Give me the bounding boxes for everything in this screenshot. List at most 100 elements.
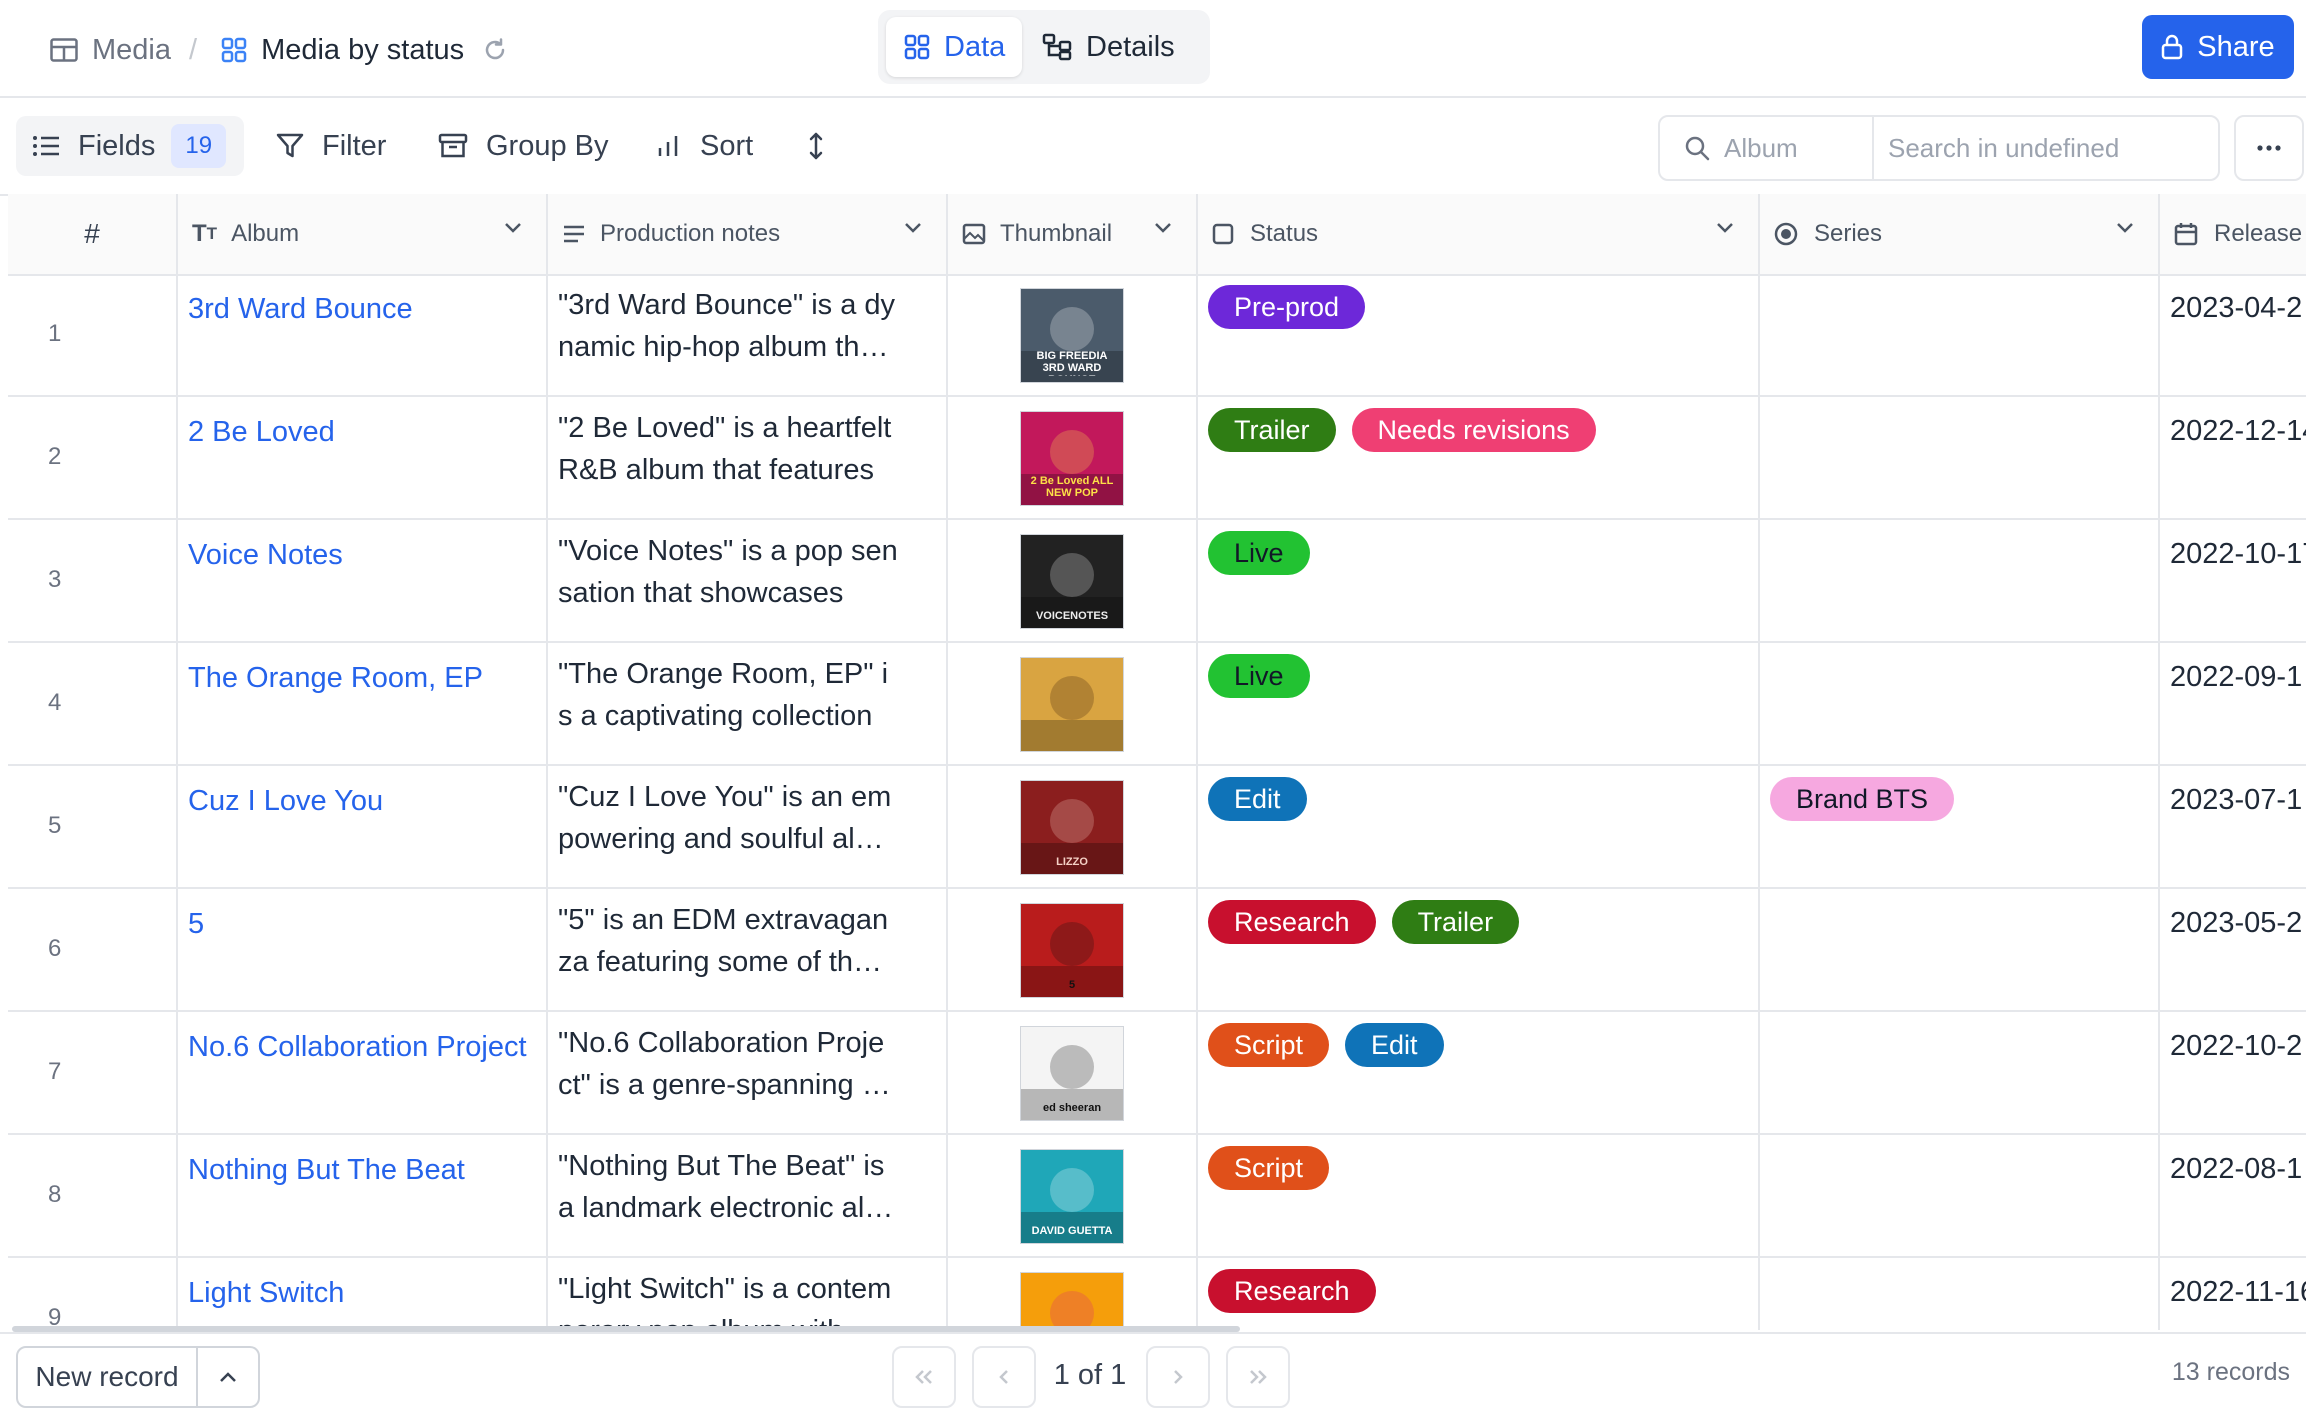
chevron-down-icon[interactable] bbox=[904, 222, 922, 234]
thumbnail-cell[interactable]: BIG FREEDIA 3RD WARD BOUNCE bbox=[948, 274, 1198, 395]
thumbnail-cell[interactable] bbox=[948, 643, 1198, 764]
status-tag[interactable]: Trailer bbox=[1391, 900, 1520, 944]
album-thumbnail[interactable]: DAVID GUETTA bbox=[1020, 1149, 1124, 1244]
thumbnail-cell[interactable]: ed sheeran bbox=[948, 1012, 1198, 1133]
thumbnail-cell[interactable]: LIZZO bbox=[948, 766, 1198, 887]
row-height-button[interactable] bbox=[808, 116, 824, 176]
production-notes-cell[interactable]: "2 Be Loved" is a heartfelt R&B album th… bbox=[548, 397, 948, 518]
table-row[interactable]: 9Light Switch "Light Switch" is a contemp… bbox=[8, 1258, 2306, 1330]
album-link[interactable]: Cuz I Love You bbox=[188, 780, 528, 822]
album-thumbnail[interactable] bbox=[1020, 657, 1124, 752]
tab-data[interactable]: Data bbox=[886, 17, 1022, 77]
status-cell[interactable]: Live bbox=[1198, 643, 1760, 764]
release-cell[interactable]: 2023-07-1 bbox=[2160, 766, 2306, 887]
production-notes-cell[interactable]: "Nothing But The Beat" is a landmark ele… bbox=[548, 1135, 948, 1256]
status-tag[interactable]: Trailer bbox=[1208, 408, 1336, 452]
table-row[interactable]: 6 5 "5" is an EDM extravaganza featuring s… bbox=[8, 889, 2306, 1012]
status-tag[interactable]: Pre-prod bbox=[1208, 285, 1366, 329]
thumbnail-cell[interactable]: 2 Be Loved ALL NEW POP bbox=[948, 397, 1198, 518]
table-row[interactable]: 1 3rd Ward Bounce "3rd Ward Bounce" is a d… bbox=[8, 274, 2306, 397]
status-cell[interactable]: Live bbox=[1198, 520, 1760, 641]
previous-page-button[interactable] bbox=[972, 1346, 1036, 1408]
album-thumbnail[interactable]: BIG FREEDIA 3RD WARD BOUNCE bbox=[1020, 288, 1124, 383]
series-cell[interactable]: Brand BTS bbox=[1760, 766, 2160, 887]
next-page-button[interactable] bbox=[1146, 1346, 1210, 1408]
status-cell[interactable]: Trailer Needs revisions bbox=[1198, 397, 1760, 518]
series-cell[interactable] bbox=[1760, 1135, 2160, 1256]
album-thumbnail[interactable]: 5 bbox=[1020, 903, 1124, 998]
status-tag[interactable]: Research bbox=[1208, 900, 1376, 944]
table-row[interactable]: 8 Nothing But The Beat "Nothing But The Be… bbox=[8, 1135, 2306, 1258]
status-tag[interactable]: Live bbox=[1208, 654, 1310, 698]
release-cell[interactable]: 2022-08-1 bbox=[2160, 1135, 2306, 1256]
fields-button[interactable]: Fields 19 bbox=[16, 116, 244, 176]
table-row[interactable]: 4 The Orange Room, EP "The Orange Room, EP… bbox=[8, 643, 2306, 766]
album-thumbnail[interactable]: ed sheeran bbox=[1020, 1026, 1124, 1121]
share-button[interactable]: Share bbox=[2142, 15, 2294, 79]
album-thumbnail[interactable]: 2 Be Loved ALL NEW POP bbox=[1020, 411, 1124, 506]
status-cell[interactable]: Research bbox=[1198, 1258, 1760, 1330]
column-header-release[interactable]: Release bbox=[2160, 194, 2306, 274]
chevron-down-icon[interactable] bbox=[1154, 222, 1172, 234]
album-thumbnail[interactable]: VOICENOTES bbox=[1020, 534, 1124, 629]
production-notes-cell[interactable]: "No.6 Collaboration Project" is a genre-… bbox=[548, 1012, 948, 1133]
production-notes-cell[interactable]: "The Orange Room, EP" is a captivating c… bbox=[548, 643, 948, 764]
new-record-button[interactable]: New record bbox=[18, 1348, 198, 1406]
release-cell[interactable]: 2022-09-1 bbox=[2160, 643, 2306, 764]
production-notes-cell[interactable]: "5" is an EDM extravaganza featuring som… bbox=[548, 889, 948, 1010]
column-header-album[interactable]: TT Album bbox=[178, 194, 548, 274]
production-notes-cell[interactable]: "Voice Notes" is a pop sensation that sh… bbox=[548, 520, 948, 641]
album-cell[interactable]: Cuz I Love You bbox=[178, 766, 548, 887]
search-input[interactable] bbox=[1886, 127, 2210, 169]
table-row[interactable]: 2 2 Be Loved "2 Be Loved" is a heartfelt R… bbox=[8, 397, 2306, 520]
series-cell[interactable] bbox=[1760, 1012, 2160, 1133]
album-link[interactable]: No.6 Collaboration Project bbox=[188, 1026, 528, 1068]
reload-icon[interactable] bbox=[482, 37, 508, 63]
series-tag[interactable]: Brand BTS bbox=[1770, 777, 1955, 821]
release-cell[interactable]: 2022-11-16 bbox=[2160, 1258, 2306, 1330]
album-cell[interactable]: 5 bbox=[178, 889, 548, 1010]
status-tag[interactable]: Script bbox=[1208, 1146, 1330, 1190]
status-cell[interactable]: Script Edit bbox=[1198, 1012, 1760, 1133]
chevron-down-icon[interactable] bbox=[504, 222, 522, 234]
album-cell[interactable]: The Orange Room, EP bbox=[178, 643, 548, 764]
tab-details[interactable]: Details bbox=[1030, 17, 1202, 77]
column-header-status[interactable]: Status bbox=[1198, 194, 1760, 274]
series-cell[interactable] bbox=[1760, 889, 2160, 1010]
album-thumbnail[interactable]: LIGHT SWITCH bbox=[1020, 1272, 1124, 1330]
table-row[interactable]: 3 Voice Notes "Voice Notes" is a pop sensa… bbox=[8, 520, 2306, 643]
status-tag[interactable]: Live bbox=[1208, 531, 1310, 575]
album-cell[interactable]: Voice Notes bbox=[178, 520, 548, 641]
album-cell[interactable]: Nothing But The Beat bbox=[178, 1135, 548, 1256]
release-cell[interactable]: 2022-10-17 bbox=[2160, 520, 2306, 641]
album-link[interactable]: 3rd Ward Bounce bbox=[188, 288, 528, 330]
release-cell[interactable]: 2023-04-2 bbox=[2160, 274, 2306, 395]
album-link[interactable]: Nothing But The Beat bbox=[188, 1149, 528, 1191]
album-cell[interactable]: Light Switch bbox=[178, 1258, 548, 1330]
more-options-button[interactable] bbox=[2234, 115, 2304, 181]
status-cell[interactable]: Script bbox=[1198, 1135, 1760, 1256]
status-cell[interactable]: Pre-prod bbox=[1198, 274, 1760, 395]
production-notes-cell[interactable]: "Light Switch" is a contemporary pop alb… bbox=[548, 1258, 948, 1330]
table-row[interactable]: 5 Cuz I Love You "Cuz I Love You" is an em… bbox=[8, 766, 2306, 889]
first-page-button[interactable] bbox=[892, 1346, 956, 1408]
release-cell[interactable]: 2022-10-2 bbox=[2160, 1012, 2306, 1133]
album-cell[interactable]: 3rd Ward Bounce bbox=[178, 274, 548, 395]
new-record-menu-button[interactable] bbox=[198, 1348, 258, 1406]
status-tag[interactable]: Edit bbox=[1208, 777, 1307, 821]
series-cell[interactable] bbox=[1760, 520, 2160, 641]
thumbnail-cell[interactable]: 5 bbox=[948, 889, 1198, 1010]
sort-button[interactable]: Sort bbox=[656, 116, 753, 176]
chevron-down-icon[interactable] bbox=[1716, 222, 1734, 234]
album-link[interactable]: Light Switch bbox=[188, 1272, 528, 1314]
series-cell[interactable] bbox=[1760, 397, 2160, 518]
album-cell[interactable]: 2 Be Loved bbox=[178, 397, 548, 518]
album-thumbnail[interactable]: LIZZO bbox=[1020, 780, 1124, 875]
column-header-series[interactable]: Series bbox=[1760, 194, 2160, 274]
production-notes-cell[interactable]: "3rd Ward Bounce" is a dynamic hip-hop a… bbox=[548, 274, 948, 395]
status-cell[interactable]: Edit bbox=[1198, 766, 1760, 887]
status-tag[interactable]: Needs revisions bbox=[1351, 408, 1596, 452]
filter-button[interactable]: Filter bbox=[276, 116, 386, 176]
table-row[interactable]: 7 No.6 Collaboration Project "No.6 Collabo… bbox=[8, 1012, 2306, 1135]
album-cell[interactable]: No.6 Collaboration Project bbox=[178, 1012, 548, 1133]
